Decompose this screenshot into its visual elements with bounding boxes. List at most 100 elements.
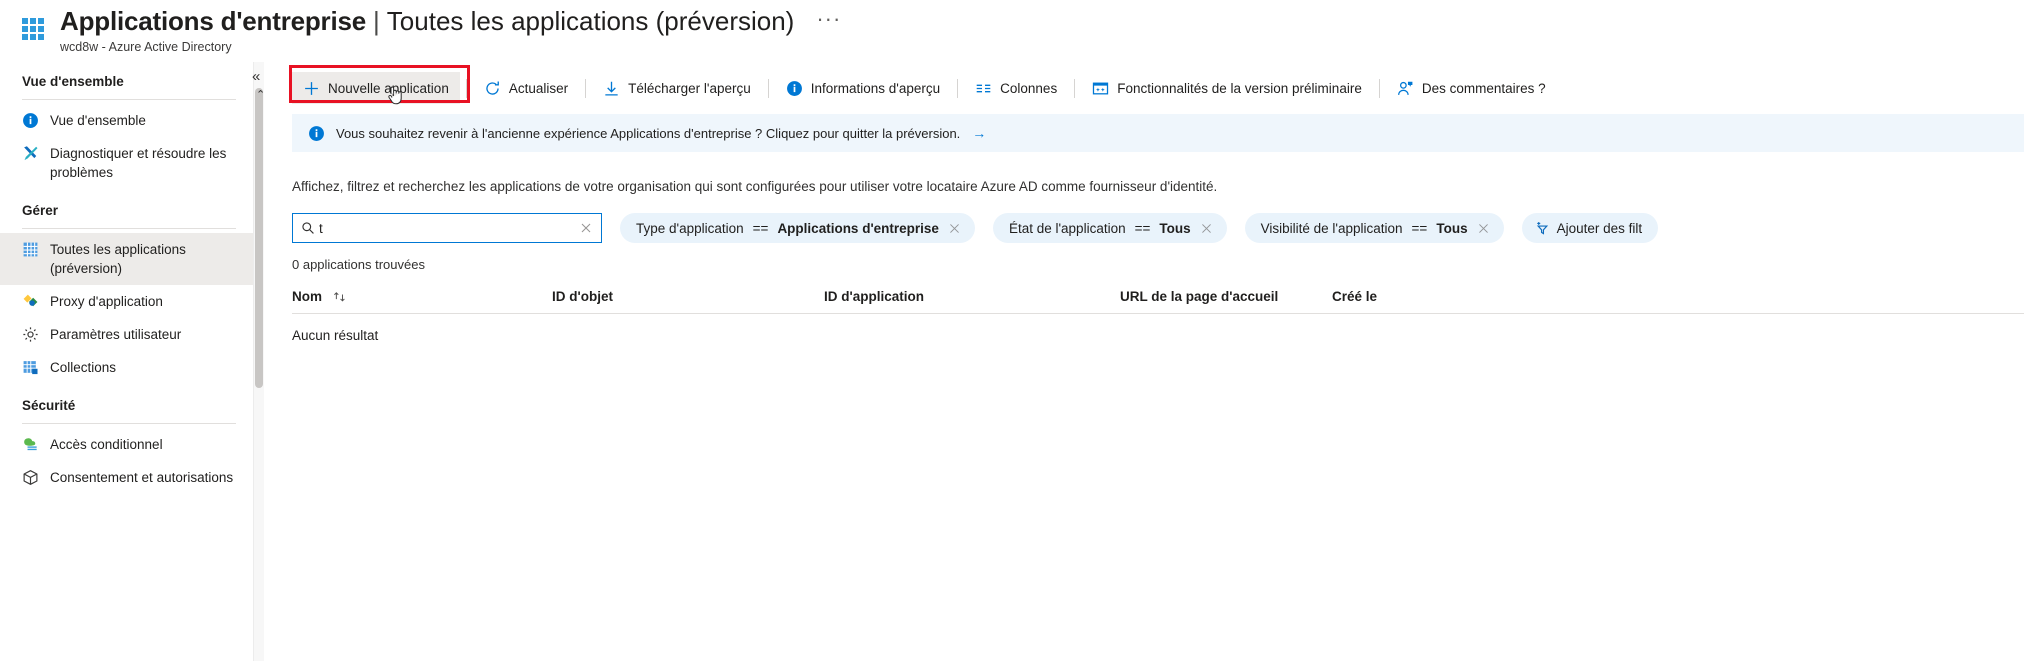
divider [1074,78,1076,98]
main-content: Nouvelle application Actualiser Téléchar… [278,62,2024,661]
results-count: 0 applications trouvées [292,257,425,272]
sidebar-group-gerer: Gérer Toutes les applications (préversio… [0,203,258,384]
feedback-button[interactable]: Des commentaires ? [1386,72,1557,104]
preview-exit-banner[interactable]: Vous souhaitez revenir à l'ancienne expé… [292,114,2024,152]
page-description: Affichez, filtrez et recherchez les appl… [292,179,1218,194]
sidebar-scrollbar[interactable] [253,62,264,661]
filter-field: État de l'application [1008,220,1126,236]
new-application-button[interactable]: Nouvelle application [292,72,460,104]
sidebar-item-label: Paramètres utilisateur [50,327,182,342]
search-input[interactable] [315,215,579,241]
grid-icon [22,241,39,258]
divider [1378,78,1380,98]
close-icon[interactable] [948,222,961,235]
page-title-main: Applications d'entreprise [60,6,367,36]
arrow-right-icon: → [972,125,987,141]
filter-pill-type-application[interactable]: Type d'application == Applications d'ent… [620,213,975,243]
preview-info-button[interactable]: Informations d'aperçu [775,72,951,104]
sidebar: Vue d'ensemble Vue d'ensemble Diagnostiq… [0,62,264,661]
collapse-sidebar-button[interactable]: « [252,69,260,84]
columns-button[interactable]: Colonnes [964,72,1068,104]
sidebar-item-acces-conditionnel[interactable]: Accès conditionnel [0,428,258,461]
proxy-icon [22,293,39,310]
sidebar-item-label: Diagnostiquer et résoudre les problèmes [50,146,227,180]
column-header-label: ID d'application [824,289,924,304]
column-header-id-dapplication[interactable]: ID d'application [824,289,1120,304]
more-options-button[interactable]: ··· [816,6,841,32]
add-filter-icon [1535,221,1550,236]
table-header-row: Nom ID d'objet ID d'application URL de l… [292,280,2024,314]
divider [767,78,769,98]
filter-operator: == [752,220,769,236]
wrench-screwdriver-icon [22,145,39,162]
sidebar-item-diagnostiquer[interactable]: Diagnostiquer et résoudre les problèmes [0,137,258,189]
column-header-cree-le[interactable]: Créé le [1332,289,1532,304]
column-header-id-dobjet[interactable]: ID d'objet [552,289,824,304]
sidebar-item-label: Accès conditionnel [50,437,163,452]
sidebar-item-label: Toutes les applications (préversion) [50,242,186,276]
divider [957,78,959,98]
plus-icon [303,80,320,97]
refresh-icon [484,80,501,97]
grid-icon [22,18,48,44]
title-separator: | [373,6,380,36]
preview-features-icon [1092,80,1109,97]
sidebar-group-title: Sécurité [22,398,76,413]
refresh-button[interactable]: Actualiser [473,72,579,104]
sidebar-group-title: Vue d'ensemble [22,74,124,89]
download-preview-label: Télécharger l'aperçu [628,80,751,96]
cube-icon [22,469,39,486]
column-header-label: Créé le [1332,289,1378,304]
sidebar-item-consentement-et-autorisations[interactable]: Consentement et autorisations [0,461,258,494]
filter-operator: == [1411,220,1428,236]
column-header-nom[interactable]: Nom [292,289,552,304]
column-header-url-page-daccueil[interactable]: URL de la page d'accueil [1120,289,1332,304]
sidebar-item-proxy-dapplication[interactable]: Proxy d'application [0,285,258,318]
info-filled-icon [786,80,803,97]
applications-table: Nom ID d'objet ID d'application URL de l… [292,280,2024,352]
search-input-wrapper[interactable] [292,213,602,243]
sidebar-item-label: Proxy d'application [50,294,163,309]
page-subtitle: wcd8w - Azure Active Directory [60,40,232,54]
sidebar-group-title: Gérer [22,203,59,218]
filter-operator: == [1134,220,1151,236]
sidebar-group-securite: Sécurité Accès conditionnel Consentement… [0,398,258,494]
column-header-label: ID d'objet [552,289,613,304]
sort-updown-icon[interactable] [332,290,347,304]
close-icon[interactable] [579,221,593,235]
filter-bar: Type d'application == Applications d'ent… [292,212,1659,244]
preview-features-button[interactable]: Fonctionnalités de la version préliminai… [1081,72,1373,104]
filter-pill-etat-application[interactable]: État de l'application == Tous [992,213,1227,243]
sidebar-scrollbar-thumb[interactable] [255,88,263,388]
column-header-label: URL de la page d'accueil [1120,289,1279,304]
sidebar-item-label: Collections [50,360,117,375]
scroll-up-button[interactable]: ⌃ [256,88,265,101]
sidebar-item-collections[interactable]: Collections [0,351,258,384]
info-circle-icon [22,112,39,129]
column-header-label: Nom [292,289,322,304]
download-preview-button[interactable]: Télécharger l'aperçu [592,72,762,104]
add-filter-label: Ajouter des filt [1556,220,1643,236]
divider [22,228,236,229]
new-application-label: Nouvelle application [328,80,449,96]
sidebar-item-vue-densemble[interactable]: Vue d'ensemble [0,104,258,137]
download-icon [603,80,620,97]
sidebar-item-toutes-les-applications[interactable]: Toutes les applications (préversion) [0,233,258,285]
filter-pill-visibilite-application[interactable]: Visibilité de l'application == Tous [1244,213,1504,243]
add-filter-button[interactable]: Ajouter des filt [1521,213,1659,243]
filter-field: Visibilité de l'application [1260,220,1403,236]
gear-icon [22,326,39,343]
close-icon[interactable] [1477,222,1490,235]
banner-text: Vous souhaitez revenir à l'ancienne expé… [336,125,961,141]
filter-value: Applications d'entreprise [777,220,939,236]
sidebar-group-overview: Vue d'ensemble Vue d'ensemble Diagnostiq… [0,74,258,189]
sidebar-item-parametres-utilisateur[interactable]: Paramètres utilisateur [0,318,258,351]
divider [585,78,587,98]
close-icon[interactable] [1200,222,1213,235]
sidebar-item-label: Vue d'ensemble [50,113,146,128]
page-header: Applications d'entreprise | Toutes les app… [0,0,2024,62]
search-icon [301,221,315,235]
columns-label: Colonnes [1000,80,1058,96]
filter-field: Type d'application [636,220,744,236]
refresh-label: Actualiser [508,80,569,96]
